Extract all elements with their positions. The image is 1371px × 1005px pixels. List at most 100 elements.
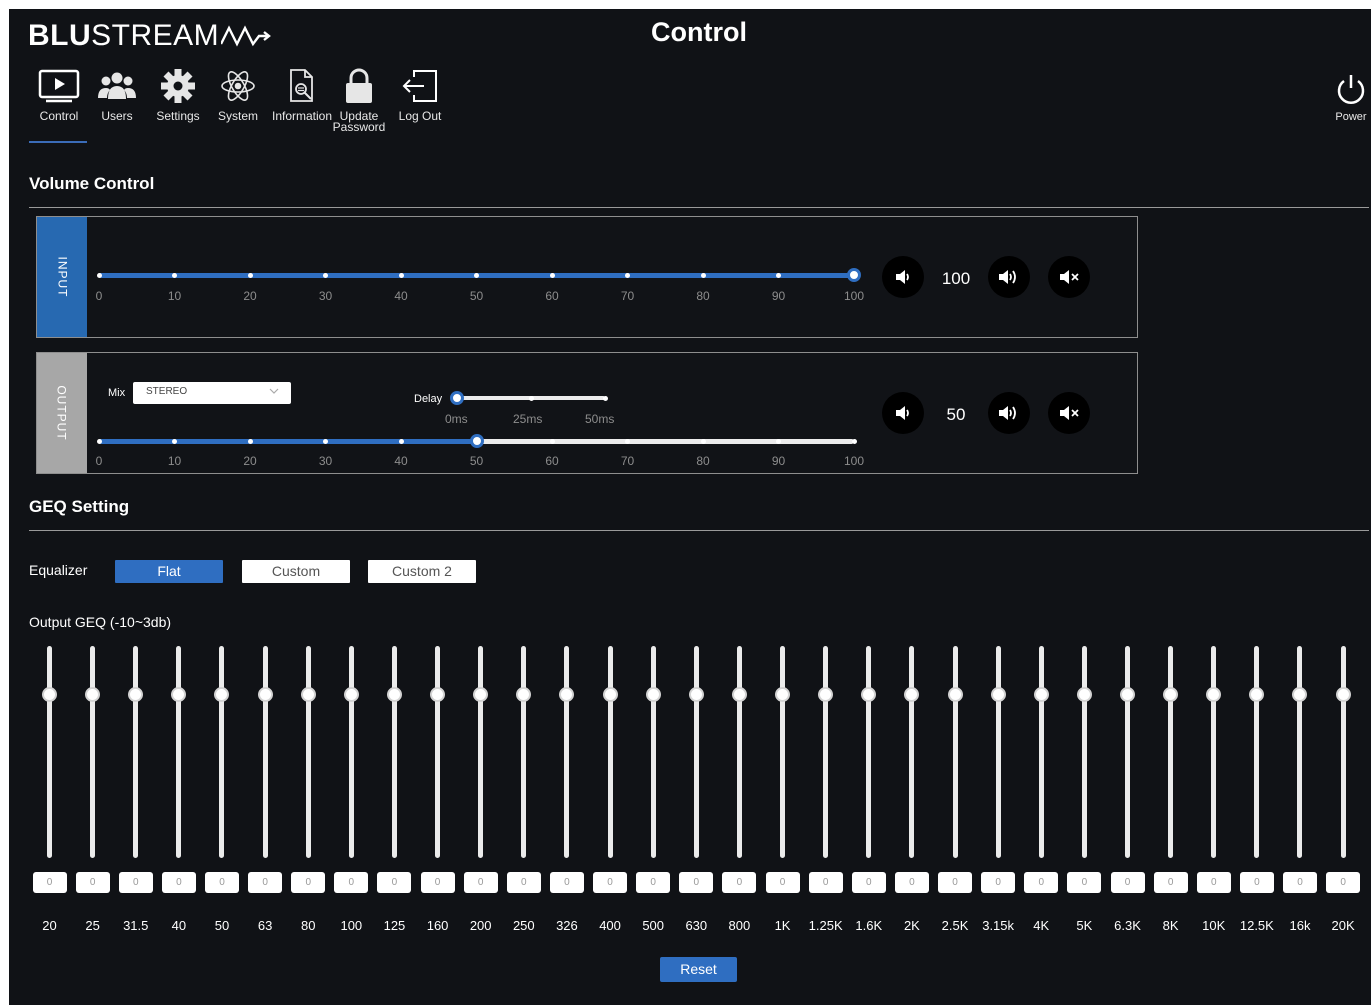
geq-band-slider[interactable] (1038, 646, 1044, 858)
geq-band-slider[interactable] (1168, 646, 1174, 858)
geq-band-slider[interactable] (736, 646, 742, 858)
geq-band-value[interactable]: 0 (334, 872, 369, 893)
geq-band-handle[interactable] (602, 687, 618, 703)
geq-band-handle[interactable] (818, 687, 834, 703)
input-volume-up-button[interactable] (988, 256, 1030, 298)
geq-band-slider[interactable] (607, 646, 613, 858)
geq-band-slider[interactable] (1211, 646, 1217, 858)
geq-band-slider[interactable] (262, 646, 268, 858)
geq-band-value[interactable]: 0 (808, 872, 843, 893)
nav-item-system[interactable]: System (217, 67, 259, 122)
geq-band-value[interactable]: 0 (894, 872, 929, 893)
geq-band-handle[interactable] (1249, 687, 1265, 703)
geq-band-value[interactable]: 0 (722, 872, 757, 893)
geq-band-slider[interactable] (823, 646, 829, 858)
geq-band-value[interactable]: 0 (32, 872, 67, 893)
geq-band-slider[interactable] (693, 646, 699, 858)
geq-band-handle[interactable] (1120, 687, 1135, 703)
geq-band-slider[interactable] (1125, 646, 1130, 858)
geq-band-value[interactable]: 0 (75, 872, 110, 893)
geq-band-handle[interactable] (990, 687, 1006, 703)
geq-band-value[interactable]: 0 (679, 872, 714, 893)
geq-band-value[interactable]: 0 (1067, 872, 1102, 893)
geq-band-value[interactable]: 0 (204, 872, 239, 893)
geq-band-slider[interactable] (909, 646, 915, 858)
geq-band-handle[interactable] (516, 687, 532, 703)
geq-band-value[interactable]: 0 (1024, 872, 1059, 893)
geq-band-handle[interactable] (1033, 687, 1049, 703)
slider-track[interactable] (96, 434, 857, 448)
delay-slider[interactable]: 0ms 25ms 50ms (445, 391, 614, 426)
output-mute-button[interactable] (1048, 392, 1090, 434)
geq-band-value[interactable]: 0 (1110, 872, 1145, 893)
slider-handle[interactable] (469, 434, 484, 448)
geq-band-slider[interactable] (564, 646, 570, 858)
geq-band-slider[interactable] (1254, 646, 1260, 858)
preset-button-flat[interactable]: Flat (115, 560, 223, 583)
geq-band-value[interactable]: 0 (938, 872, 973, 893)
geq-band-slider[interactable] (391, 646, 397, 858)
geq-band-slider[interactable] (1340, 646, 1346, 858)
slider-handle[interactable] (847, 268, 861, 282)
preset-button-custom-2[interactable]: Custom 2 (368, 560, 476, 583)
nav-item-users[interactable]: Users (95, 67, 139, 122)
geq-band-value[interactable]: 0 (981, 872, 1016, 893)
nav-item-log out[interactable]: Log Out (394, 67, 446, 122)
geq-band-value[interactable]: 0 (549, 872, 584, 893)
geq-band-handle[interactable] (214, 687, 230, 703)
geq-band-slider[interactable] (1297, 646, 1303, 858)
geq-band-handle[interactable] (85, 687, 101, 703)
geq-band-handle[interactable] (1335, 687, 1351, 703)
geq-band-handle[interactable] (343, 687, 359, 703)
preset-button-custom[interactable]: Custom (242, 560, 350, 583)
output-volume-slider[interactable]: 0 10 20 30 40 50 60 70 80 90 100 (96, 434, 864, 468)
geq-band-handle[interactable] (257, 687, 273, 703)
geq-band-value[interactable]: 0 (593, 872, 628, 893)
geq-band-handle[interactable] (775, 687, 791, 703)
nav-item-update[interactable]: Update Password (328, 67, 390, 133)
geq-band-handle[interactable] (473, 687, 489, 703)
geq-band-value[interactable]: 0 (118, 872, 153, 893)
geq-band-value[interactable]: 0 (506, 872, 541, 893)
geq-band-value[interactable]: 0 (1239, 872, 1274, 893)
geq-band-handle[interactable] (645, 687, 661, 703)
geq-band-slider[interactable] (780, 646, 786, 858)
geq-band-slider[interactable] (1081, 646, 1087, 858)
geq-band-handle[interactable] (688, 687, 704, 703)
geq-band-handle[interactable] (861, 687, 877, 703)
geq-band-value[interactable]: 0 (1282, 872, 1317, 893)
mix-select[interactable]: STEREO (133, 382, 291, 404)
delay-slider-handle[interactable] (450, 391, 464, 405)
output-volume-up-button[interactable] (988, 392, 1030, 434)
geq-band-handle[interactable] (559, 687, 575, 703)
geq-band-value[interactable]: 0 (248, 872, 283, 893)
input-mute-button[interactable] (1048, 256, 1090, 298)
geq-band-value[interactable]: 0 (636, 872, 671, 893)
geq-band-value[interactable]: 0 (377, 872, 412, 893)
output-volume-down-button[interactable] (882, 392, 924, 434)
geq-band-value[interactable]: 0 (1153, 872, 1188, 893)
geq-band-handle[interactable] (904, 687, 920, 703)
geq-band-handle[interactable] (430, 687, 446, 703)
geq-band-slider[interactable] (176, 646, 182, 858)
geq-band-handle[interactable] (42, 687, 57, 703)
geq-band-slider[interactable] (521, 646, 527, 858)
geq-band-handle[interactable] (1163, 687, 1179, 703)
delay-slider-track[interactable] (450, 391, 608, 405)
geq-band-slider[interactable] (305, 646, 311, 858)
geq-band-slider[interactable] (866, 646, 872, 858)
geq-band-value[interactable]: 0 (291, 872, 326, 893)
geq-band-value[interactable]: 0 (463, 872, 498, 893)
geq-band-handle[interactable] (171, 687, 187, 703)
geq-band-slider[interactable] (47, 646, 52, 858)
geq-band-slider[interactable] (133, 646, 139, 858)
geq-band-handle[interactable] (1292, 687, 1308, 703)
geq-band-value[interactable]: 0 (851, 872, 886, 893)
input-volume-down-button[interactable] (882, 256, 924, 298)
geq-band-handle[interactable] (731, 687, 747, 703)
geq-band-handle[interactable] (128, 687, 144, 703)
power-button[interactable]: Power (1333, 72, 1369, 123)
geq-band-value[interactable]: 0 (1196, 872, 1231, 893)
geq-band-slider[interactable] (952, 646, 958, 858)
nav-item-control[interactable]: Control (31, 67, 87, 122)
